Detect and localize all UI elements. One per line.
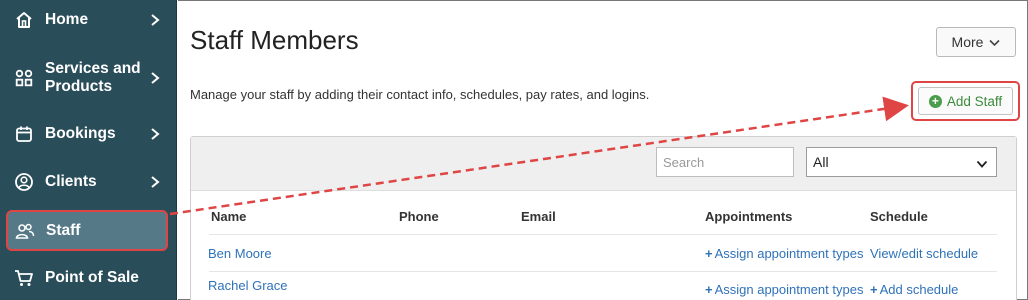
assign-appointment-types-label: Assign appointment types: [714, 246, 864, 261]
status-filter-value: All: [813, 154, 829, 170]
column-header-phone[interactable]: Phone: [399, 209, 439, 224]
add-schedule-label: Add schedule: [879, 282, 959, 297]
table-divider: [209, 234, 997, 235]
add-staff-button[interactable]: + Add Staff: [918, 87, 1013, 115]
view-edit-schedule-link[interactable]: View/edit schedule: [870, 246, 978, 261]
plus-circle-icon: +: [928, 94, 942, 108]
table-divider: [209, 271, 997, 272]
sidebar-item-point-of-sale[interactable]: Point of Sale: [0, 264, 177, 292]
sidebar: Home Services and Products Bookings Clie…: [0, 0, 177, 300]
sidebar-item-label: Staff: [46, 221, 81, 239]
filter-bar: All: [191, 137, 1016, 191]
chevron-right-icon: [148, 71, 162, 85]
users-icon: [15, 221, 35, 241]
assign-appointment-types-link[interactable]: + Assign appointment types: [705, 282, 863, 297]
more-button[interactable]: More: [936, 27, 1016, 57]
sidebar-item-label-line1: Services and: [45, 60, 141, 77]
add-staff-label: Add Staff: [946, 93, 1003, 109]
chevron-down-icon: [989, 34, 1001, 50]
sidebar-item-home[interactable]: Home: [0, 6, 177, 34]
sidebar-item-label: Services and Products: [45, 60, 141, 96]
sidebar-item-label: Bookings: [45, 125, 116, 142]
page-description: Manage your staff by adding their contac…: [190, 87, 650, 102]
add-schedule-link[interactable]: + Add schedule: [870, 282, 958, 297]
column-header-schedule: Schedule: [870, 209, 928, 224]
sidebar-item-label: Home: [45, 11, 89, 28]
plus-icon: +: [705, 282, 713, 297]
home-icon: [14, 10, 34, 30]
chevron-down-icon: [976, 157, 988, 169]
user-circle-icon: [14, 172, 34, 192]
sidebar-item-staff[interactable]: Staff: [6, 210, 168, 251]
calendar-icon: [14, 124, 34, 144]
page-title: Staff Members: [190, 25, 359, 55]
chevron-right-icon: [148, 127, 162, 141]
grid-icon: [14, 68, 34, 88]
main-content: Staff Members More Manage your staff by …: [178, 0, 1028, 300]
column-header-appointments: Appointments: [705, 209, 793, 224]
cart-icon: [14, 268, 34, 288]
sidebar-item-label-line2: Products: [45, 78, 113, 95]
staff-name-link[interactable]: Rachel Grace: [208, 278, 287, 293]
sidebar-item-label: Clients: [45, 173, 97, 190]
plus-icon: +: [705, 246, 713, 261]
assign-appointment-types-link[interactable]: + Assign appointment types: [705, 246, 863, 261]
plus-icon: +: [870, 282, 878, 297]
chevron-right-icon: [148, 13, 162, 27]
staff-name-link[interactable]: Ben Moore: [208, 246, 272, 261]
more-button-label: More: [951, 34, 984, 50]
sidebar-item-clients[interactable]: Clients: [0, 168, 177, 196]
status-filter-select[interactable]: All: [806, 147, 997, 177]
search-input[interactable]: [656, 147, 794, 177]
add-staff-highlight: + Add Staff: [911, 81, 1020, 121]
assign-appointment-types-label: Assign appointment types: [714, 282, 864, 297]
chevron-right-icon: [148, 175, 162, 189]
staff-table-panel: All Name Phone Email Appointments Schedu…: [190, 136, 1017, 300]
sidebar-item-label: Point of Sale: [45, 269, 139, 286]
column-header-email[interactable]: Email: [521, 209, 556, 224]
sidebar-item-bookings[interactable]: Bookings: [0, 120, 177, 148]
column-header-name[interactable]: Name: [211, 209, 246, 224]
sidebar-item-services-and-products[interactable]: Services and Products: [0, 58, 177, 98]
